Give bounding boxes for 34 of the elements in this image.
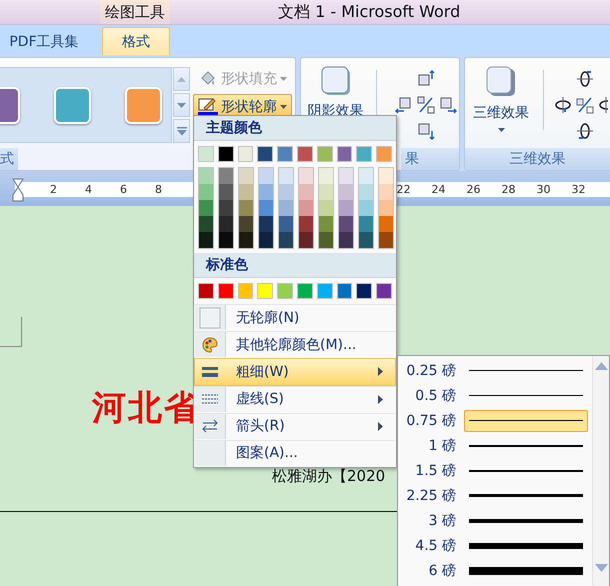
ruler-number: 22 <box>396 183 412 196</box>
ruler-number: 8 <box>154 183 163 196</box>
line-weight-option[interactable]: 6 磅 <box>398 558 592 583</box>
line-weight-option[interactable]: 3 磅 <box>398 508 592 533</box>
section-header: 主题颜色 <box>194 116 396 141</box>
line-weight-option[interactable]: 1 磅 <box>398 433 592 458</box>
3d-effects-button[interactable]: 三维效果 <box>465 66 537 148</box>
group-label: 三维效果 <box>465 148 610 170</box>
ruler-number: 2 <box>49 183 58 196</box>
ribbon-tab[interactable]: 格式 <box>102 27 170 55</box>
ruler-number: 30 <box>536 183 552 196</box>
menu-item[interactable]: 无轮廓(N) <box>194 304 396 332</box>
ruler-number: 6 <box>119 183 128 196</box>
group-label: 果 <box>401 148 459 170</box>
line-weight-option[interactable]: 1.5 磅 <box>398 458 592 483</box>
line-weight-option[interactable]: 2.25 磅 <box>398 483 592 508</box>
menu-item[interactable]: 箭头(R) <box>194 412 396 440</box>
ruler-number: 28 <box>500 183 516 196</box>
ruler-number: 26 <box>466 183 482 196</box>
menu-item[interactable]: 虚线(S) <box>194 386 396 413</box>
menu-item[interactable]: 图案(A)... <box>194 440 396 468</box>
ruler-number: 24 <box>430 183 446 196</box>
ruler-number: 4 <box>84 183 93 196</box>
ribbon-tab[interactable]: PDF工具集 <box>0 27 88 55</box>
section-header: 标准色 <box>194 253 396 278</box>
document-text: 松雅湖办【2020 <box>272 467 386 486</box>
group-label: 式 <box>0 148 18 170</box>
line-weight-option[interactable]: 0.25 磅 <box>398 358 592 383</box>
line-weight-option[interactable]: 0.5 磅 <box>398 383 592 408</box>
line-weight-option[interactable]: 4.5 磅 <box>398 533 592 558</box>
menu-item[interactable]: 粗细(W) <box>194 358 396 386</box>
window-title: 文档 1 - Microsoft Word <box>278 1 460 23</box>
contextual-tab-label: 绘图工具 <box>100 0 170 24</box>
ruler-number: 32 <box>570 183 586 196</box>
